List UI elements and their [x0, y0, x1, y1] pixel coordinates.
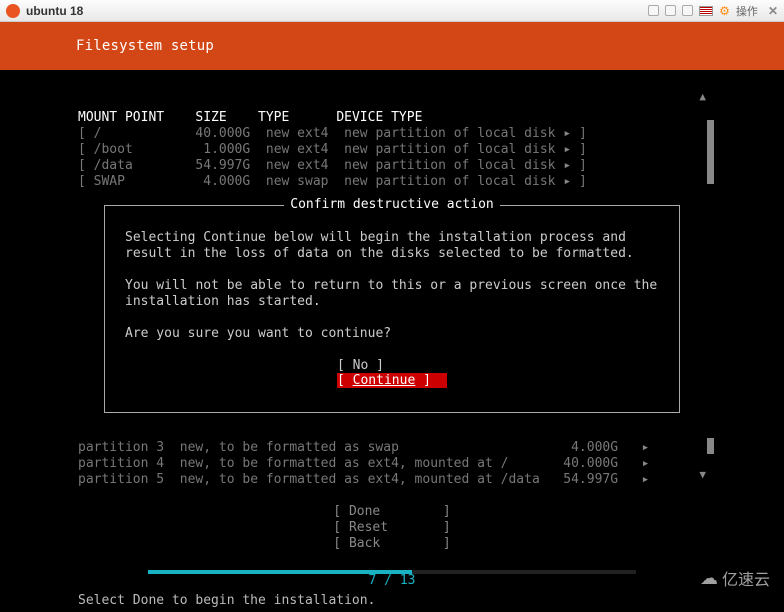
- footer-actions: [ Done ] [ Reset ] [ Back ]: [0, 504, 784, 552]
- dialog-text-3: Are you sure you want to continue?: [125, 326, 659, 342]
- col-mount: MOUNT POINT: [78, 110, 164, 125]
- window-restore-icon[interactable]: [665, 5, 676, 16]
- table-row[interactable]: [ /boot 1.000G new ext4 new partition of…: [78, 142, 587, 157]
- window-min-icon[interactable]: [648, 5, 659, 16]
- dialog-text-1: Selecting Continue below will begin the …: [125, 230, 659, 262]
- ubuntu-logo-icon: [6, 4, 20, 18]
- window-close-icon[interactable]: ✕: [768, 4, 778, 18]
- scrollbar-thumb-bottom[interactable]: [707, 438, 714, 454]
- dialog-text-2: You will not be able to return to this o…: [125, 278, 659, 310]
- hint-text: Select Done to begin the installation.: [78, 593, 375, 608]
- table-row[interactable]: [ SWAP 4.000G new swap new partition of …: [78, 174, 587, 189]
- terminal-area: ▲ MOUNT POINT SIZE TYPE DEVICE TYPE [ / …: [0, 70, 784, 612]
- progress-text: 7 / 13: [0, 573, 784, 588]
- dialog-title: Confirm destructive action: [105, 197, 679, 212]
- confirm-dialog: Confirm destructive action Selecting Con…: [104, 205, 680, 413]
- chevron-right-icon: ▸: [642, 456, 650, 471]
- flag-icon: [699, 6, 713, 16]
- window-title: ubuntu 18: [26, 4, 83, 18]
- mount-table: MOUNT POINT SIZE TYPE DEVICE TYPE [ / 40…: [78, 110, 587, 190]
- col-size: SIZE: [195, 110, 226, 125]
- installer-header: Filesystem setup: [0, 22, 784, 70]
- chevron-right-icon: ▸: [642, 440, 650, 455]
- scroll-up-icon[interactable]: ▲: [699, 90, 706, 103]
- operate-label[interactable]: 操作: [736, 3, 758, 19]
- back-button[interactable]: [ Back ]: [333, 536, 450, 551]
- partition-list: partition 3 new, to be formatted as swap…: [78, 440, 720, 488]
- chevron-right-icon: ▸: [563, 126, 571, 141]
- chevron-right-icon: ▸: [563, 174, 571, 189]
- scroll-down-icon[interactable]: ▼: [699, 468, 706, 481]
- scrollbar-thumb-top[interactable]: [707, 120, 714, 184]
- window-titlebar: ubuntu 18 ⚙ 操作 ✕: [0, 0, 784, 22]
- table-row[interactable]: [ /data 54.997G new ext4 new partition o…: [78, 158, 587, 173]
- done-button[interactable]: [ Done ]: [333, 504, 450, 519]
- col-type: TYPE: [258, 110, 289, 125]
- list-item[interactable]: partition 4 new, to be formatted as ext4…: [78, 456, 649, 471]
- chevron-right-icon: ▸: [563, 142, 571, 157]
- continue-button[interactable]: [ Continue ]: [337, 373, 447, 388]
- list-item[interactable]: partition 3 new, to be formatted as swap…: [78, 440, 649, 455]
- list-item[interactable]: partition 5 new, to be formatted as ext4…: [78, 472, 649, 487]
- gear-icon[interactable]: ⚙: [719, 4, 730, 18]
- no-button[interactable]: [ No ]: [337, 358, 447, 373]
- window-max-icon[interactable]: [682, 5, 693, 16]
- col-device: DEVICE TYPE: [336, 110, 422, 125]
- page-title: Filesystem setup: [76, 38, 214, 54]
- table-row[interactable]: [ / 40.000G new ext4 new partition of lo…: [78, 126, 587, 141]
- chevron-right-icon: ▸: [563, 158, 571, 173]
- chevron-right-icon: ▸: [642, 472, 650, 487]
- reset-button[interactable]: [ Reset ]: [333, 520, 450, 535]
